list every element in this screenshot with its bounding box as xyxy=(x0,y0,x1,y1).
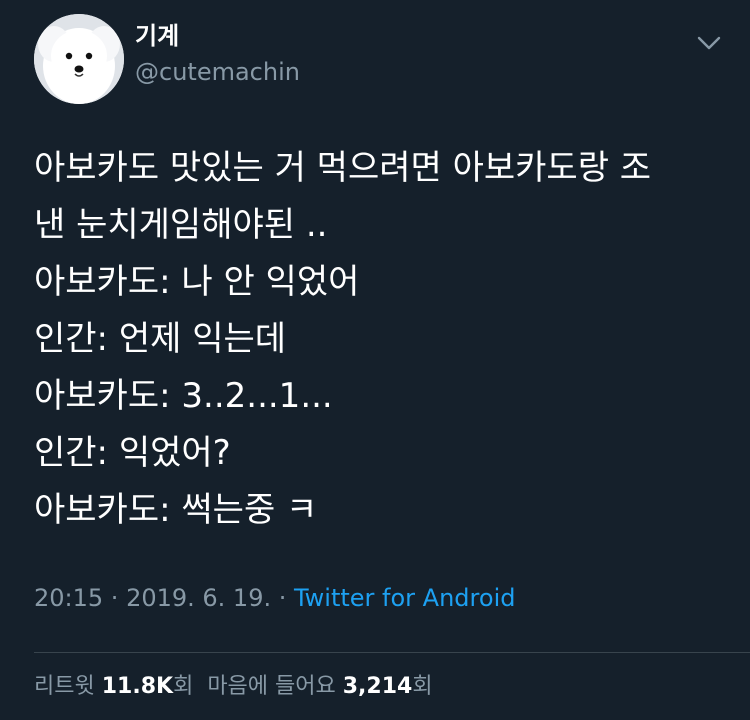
tweet-line: 낸 눈치게임해야된 .. xyxy=(34,205,328,245)
avatar[interactable] xyxy=(34,14,124,104)
tweet-line: 아보카도: 3..2...1... xyxy=(34,376,333,416)
retweets-label: 리트윗 xyxy=(34,674,95,699)
likes-suffix: 회 xyxy=(412,674,433,699)
tweet-meta: 20:15 · 2019. 6. 19. · Twitter for Andro… xyxy=(34,580,515,616)
divider xyxy=(34,652,750,653)
tweet-line: 인간: 언제 익는데 xyxy=(34,319,287,359)
retweets-stat[interactable]: 리트윗 11.8K회 xyxy=(34,674,193,699)
meta-separator: · xyxy=(103,584,127,612)
meta-separator: · xyxy=(271,584,294,612)
tweet-line: 아보카도 맛있는 거 먹으려면 아보카도랑 조 xyxy=(34,148,652,188)
tweet-line: 아보카도: 나 안 익었어 xyxy=(34,262,360,302)
tweet-text: 아보카도 맛있는 거 먹으려면 아보카도랑 조 낸 눈치게임해야된 .. 아보카… xyxy=(34,140,724,539)
likes-label: 마음에 들어요 xyxy=(207,674,336,699)
chevron-down-icon[interactable] xyxy=(692,28,726,58)
white-dog-avatar-icon xyxy=(34,14,124,104)
retweets-suffix: 회 xyxy=(173,674,194,699)
tweet-time[interactable]: 20:15 xyxy=(34,584,103,612)
likes-stat[interactable]: 마음에 들어요 3,214회 xyxy=(207,674,432,699)
tweet-date[interactable]: 2019. 6. 19. xyxy=(126,584,271,612)
display-name[interactable]: 기계 xyxy=(135,20,179,52)
tweet-line: 아보카도: 썩는중 ㅋ xyxy=(34,490,318,530)
tweet-stats: 리트윗 11.8K회 마음에 들어요 3,214회 xyxy=(34,670,433,704)
user-handle[interactable]: @cutemachin xyxy=(135,56,300,88)
tweet-source-link[interactable]: Twitter for Android xyxy=(294,584,515,612)
likes-count: 3,214 xyxy=(342,674,413,699)
retweets-count: 11.8K xyxy=(101,674,174,699)
tweet-line: 인간: 익었어? xyxy=(34,433,231,473)
